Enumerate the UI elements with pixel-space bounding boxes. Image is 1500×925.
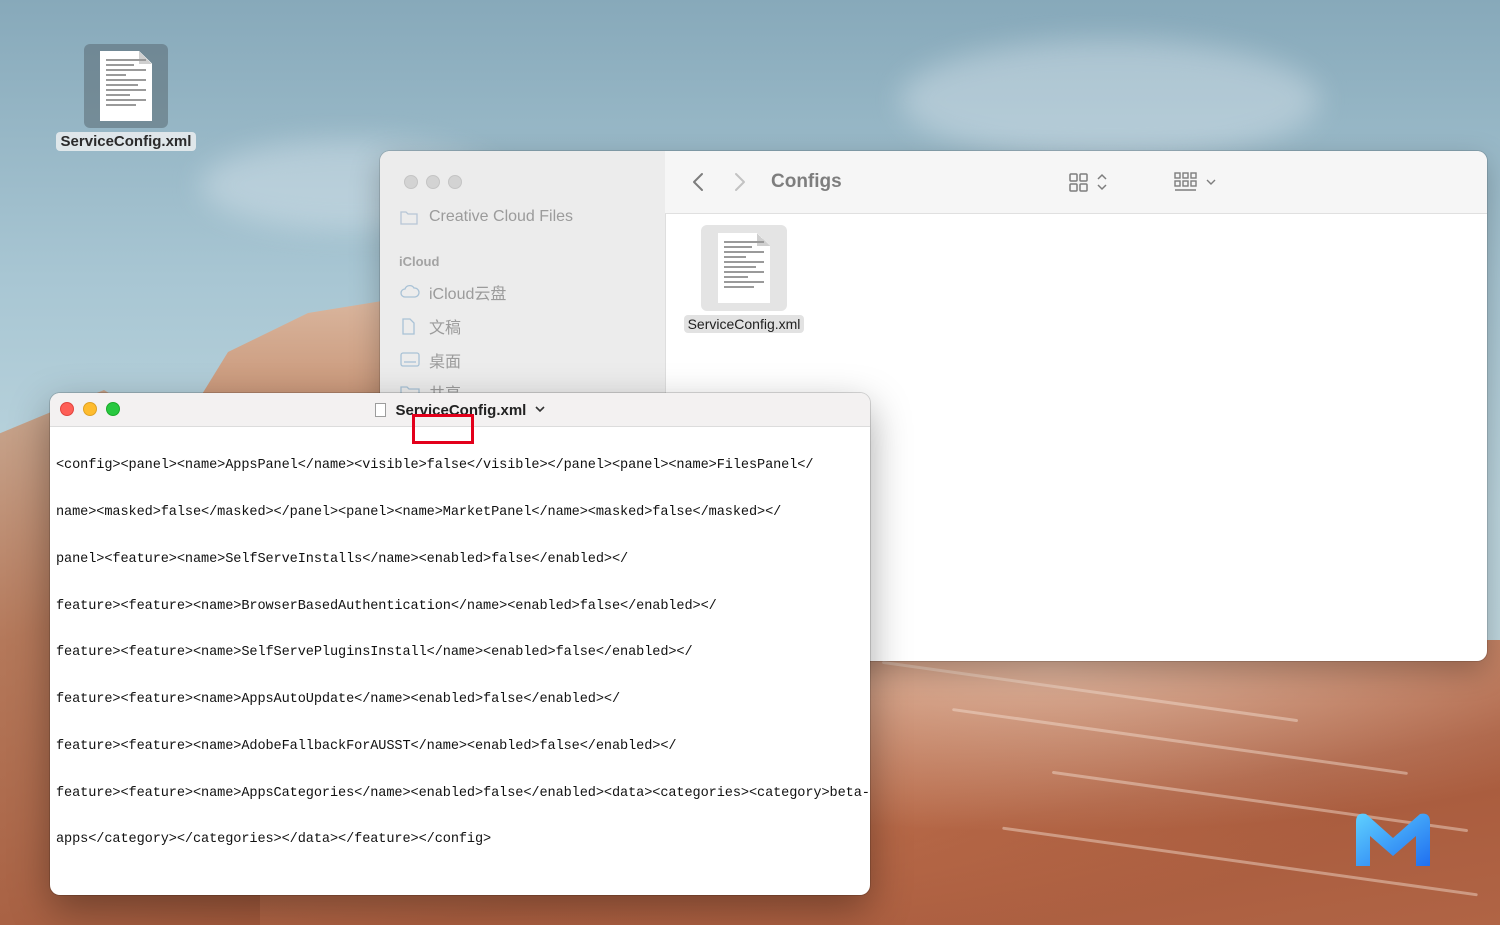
finder-window-controls — [404, 175, 462, 189]
textedit-content[interactable]: <config><panel><name>AppsPanel</name><vi… — [56, 427, 870, 895]
sidebar-item-documents[interactable]: 文稿 — [400, 314, 461, 338]
folder-icon — [400, 209, 420, 225]
sidebar-section-icloud: iCloud — [399, 254, 440, 269]
content-line: feature><feature><name>BrowserBasedAuthe… — [56, 598, 717, 614]
finder-file-serviceconfig[interactable]: ServiceConfig.xml — [677, 225, 811, 334]
cloud-icon — [400, 284, 420, 300]
xml-file-icon — [84, 44, 168, 128]
content-line: apps</category></categories></data></fea… — [56, 832, 492, 848]
finder-toolbar: Configs — [665, 151, 1487, 214]
minimize-button[interactable] — [426, 175, 440, 189]
highlight-annotation-box — [412, 414, 474, 444]
content-line: <config><panel><name>AppsPanel</name><vi… — [56, 458, 814, 474]
sidebar-item-icloud-drive[interactable]: iCloud云盘 — [400, 280, 506, 304]
sidebar-item-label: Creative Cloud Files — [429, 208, 574, 225]
zoom-button[interactable] — [448, 175, 462, 189]
sidebar-item-creative-cloud[interactable]: Creative Cloud Files — [400, 208, 573, 226]
content-line: feature><feature><name>AdobeFallbackForA… — [56, 738, 677, 754]
desktop-file-serviceconfig[interactable]: ServiceConfig.xml — [54, 44, 198, 151]
content-line: feature><feature><name>AppsAutoUpdate</n… — [56, 692, 621, 708]
sidebar-item-label: iCloud云盘 — [429, 286, 507, 303]
group-icon[interactable] — [1173, 151, 1219, 213]
brand-logo-icon — [1352, 808, 1434, 868]
grid-view-icon[interactable] — [1068, 151, 1108, 213]
content-line: name><masked>false</masked></panel><pane… — [56, 504, 782, 520]
content-line: panel><feature><name>SelfServeInstalls</… — [56, 551, 629, 567]
sidebar-item-desktop[interactable]: 桌面 — [400, 348, 461, 372]
textedit-window: ServiceConfig.xml <config><panel><name>A… — [50, 393, 870, 895]
content-line: feature><feature><name>AppsCategories</n… — [56, 785, 870, 801]
sidebar-item-label: 文稿 — [429, 320, 462, 337]
desktop-icon — [400, 352, 420, 368]
document-icon — [400, 318, 420, 335]
close-button[interactable] — [404, 175, 418, 189]
document-icon — [375, 403, 387, 417]
chevron-down-icon — [534, 400, 545, 417]
finder-window-title: Configs — [771, 171, 842, 192]
back-icon[interactable] — [691, 151, 705, 213]
xml-file-icon — [701, 225, 787, 311]
forward-icon[interactable] — [733, 151, 747, 213]
sidebar-item-label: 桌面 — [429, 354, 462, 371]
content-line: feature><feature><name>SelfServePluginsI… — [56, 645, 693, 661]
desktop-file-label: ServiceConfig.xml — [55, 132, 197, 151]
finder-file-label: ServiceConfig.xml — [683, 315, 805, 333]
